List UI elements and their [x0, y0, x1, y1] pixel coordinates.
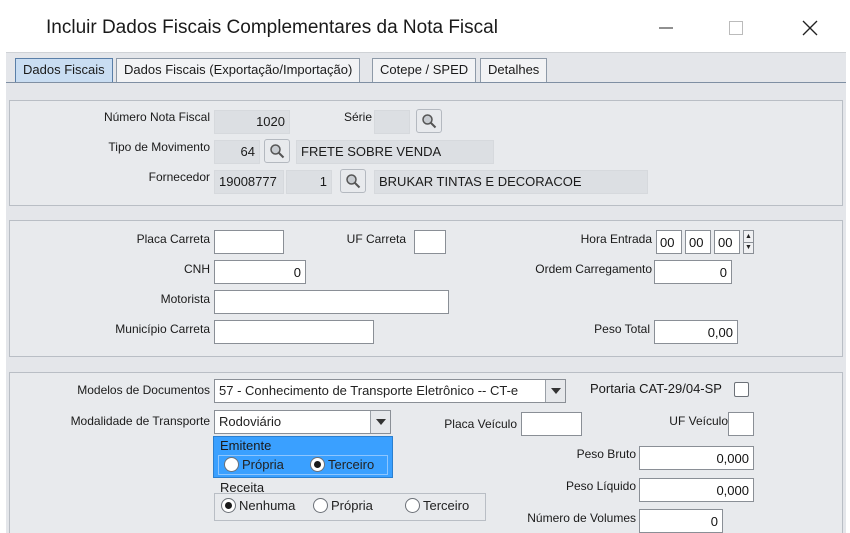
minimize-icon [659, 27, 673, 29]
window-title: Incluir Dados Fiscais Complementares da … [46, 17, 498, 38]
cnh-label: CNH [184, 262, 210, 276]
numero-volumes-label: Número de Volumes [527, 511, 636, 525]
fornecedor-label: Fornecedor [148, 170, 210, 184]
modalidade-transporte-value: Rodoviário [219, 414, 282, 429]
placa-carreta-label: Placa Carreta [136, 232, 210, 246]
numero-volumes-input[interactable] [639, 509, 723, 533]
spin-down-icon[interactable]: ▼ [744, 241, 753, 254]
modelos-documentos-select[interactable]: 57 - Conhecimento de Transporte Eletrôni… [214, 379, 566, 403]
radio-checked-icon [221, 498, 236, 513]
motorista-label: Motorista [160, 292, 210, 306]
peso-total-input[interactable] [654, 320, 738, 344]
maximize-button[interactable] [716, 14, 756, 42]
tab-cotepe-sped[interactable]: Cotepe / SPED [372, 58, 477, 83]
motorista-input[interactable] [214, 290, 449, 314]
hora-entrada-spinner[interactable]: ▲ ▼ [743, 230, 754, 254]
ordem-carregamento-input[interactable] [654, 260, 732, 284]
emitente-terceiro-label: Terceiro [328, 457, 375, 472]
municipio-carreta-input[interactable] [214, 320, 374, 344]
search-icon [422, 114, 437, 129]
serie-value [374, 110, 410, 134]
emitente-group: Emitente Própria Terceiro [213, 436, 393, 478]
maximize-icon [729, 21, 743, 35]
receita-terceiro-radio[interactable]: Terceiro [405, 498, 469, 513]
close-icon [802, 20, 818, 36]
emitente-label: Emitente [220, 438, 272, 453]
receita-propria-radio[interactable]: Própria [313, 498, 373, 513]
portaria-checkbox[interactable] [734, 382, 749, 397]
placa-veiculo-label: Placa Veículo [444, 417, 517, 431]
minimize-button[interactable] [646, 14, 686, 42]
tipo-movimento-code: 64 [214, 140, 260, 164]
numero-nota-label: Número Nota Fiscal [103, 110, 210, 124]
uf-carreta-label: UF Carreta [346, 232, 406, 246]
tab-detalhes[interactable]: Detalhes [480, 58, 548, 83]
tab-dados-fiscais[interactable]: Dados Fiscais [15, 58, 113, 83]
placa-carreta-input[interactable] [214, 230, 284, 254]
close-button[interactable] [790, 14, 830, 42]
portaria-label: Portaria CAT-29/04-SP [590, 381, 722, 396]
spin-up-icon[interactable]: ▲ [744, 231, 753, 242]
fornecedor-seq: 1 [286, 170, 332, 194]
uf-carreta-input[interactable] [414, 230, 446, 254]
receita-nenhuma-radio[interactable]: Nenhuma [221, 498, 295, 513]
placa-veiculo-input[interactable] [521, 412, 582, 436]
tab-exportacao-importacao[interactable]: Dados Fiscais (Exportação/Importação) [116, 58, 361, 83]
fornecedor-search-button[interactable] [340, 169, 366, 193]
fornecedor-code: 19008777 [214, 170, 284, 194]
tab-strip: Dados Fiscais Dados Fiscais (Exportação/… [6, 52, 846, 83]
modelos-documentos-label: Modelos de Documentos [77, 383, 210, 397]
modelos-documentos-value: 57 - Conhecimento de Transporte Eletrôni… [219, 383, 519, 398]
tipo-movimento-search-button[interactable] [264, 139, 290, 163]
peso-bruto-label: Peso Bruto [576, 447, 636, 461]
uf-veiculo-label: UF Veículo [669, 414, 728, 428]
radio-unchecked-icon [313, 498, 328, 513]
serie-search-button[interactable] [416, 109, 442, 133]
cnh-input[interactable] [214, 260, 306, 284]
hora-entrada-second[interactable] [714, 230, 740, 254]
radio-unchecked-icon [224, 457, 239, 472]
municipio-carreta-label: Município Carreta [115, 322, 210, 336]
fornecedor-name: BRUKAR TINTAS E DECORACOE [374, 170, 648, 194]
peso-liquido-label: Peso Líquido [565, 479, 636, 493]
emitente-terceiro-radio[interactable]: Terceiro [310, 457, 374, 472]
modalidade-transporte-select[interactable]: Rodoviário [214, 410, 391, 434]
modalidade-transporte-label: Modalidade de Transporte [70, 414, 210, 428]
radio-checked-icon [310, 457, 325, 472]
receita-options: Nenhuma Própria Terceiro [214, 493, 486, 521]
hora-entrada-minute[interactable] [685, 230, 711, 254]
tipo-movimento-desc: FRETE SOBRE VENDA [296, 140, 494, 164]
hora-entrada-hour[interactable] [656, 230, 682, 254]
hora-entrada-label: Hora Entrada [580, 232, 652, 246]
emitente-propria-label: Própria [242, 457, 284, 472]
search-icon [346, 174, 361, 189]
title-bar: Incluir Dados Fiscais Complementares da … [0, 0, 850, 52]
radio-unchecked-icon [405, 498, 420, 513]
search-icon [270, 144, 285, 159]
emitente-propria-radio[interactable]: Própria [224, 457, 284, 472]
receita-nenhuma-label: Nenhuma [239, 498, 296, 513]
tipo-movimento-label: Tipo de Movimento [108, 140, 210, 154]
peso-liquido-input[interactable] [639, 478, 754, 502]
numero-nota-value: 1020 [214, 110, 290, 134]
receita-propria-label: Própria [331, 498, 373, 513]
ordem-carregamento-label: Ordem Carregamento [535, 262, 652, 276]
peso-bruto-input[interactable] [639, 446, 754, 470]
peso-total-label: Peso Total [594, 322, 650, 336]
uf-veiculo-input[interactable] [728, 412, 754, 436]
chevron-down-icon[interactable] [545, 380, 565, 402]
receita-terceiro-label: Terceiro [423, 498, 470, 513]
chevron-down-icon[interactable] [370, 411, 390, 433]
serie-label: Série [343, 110, 372, 124]
emitente-options: Própria Terceiro [218, 455, 388, 475]
